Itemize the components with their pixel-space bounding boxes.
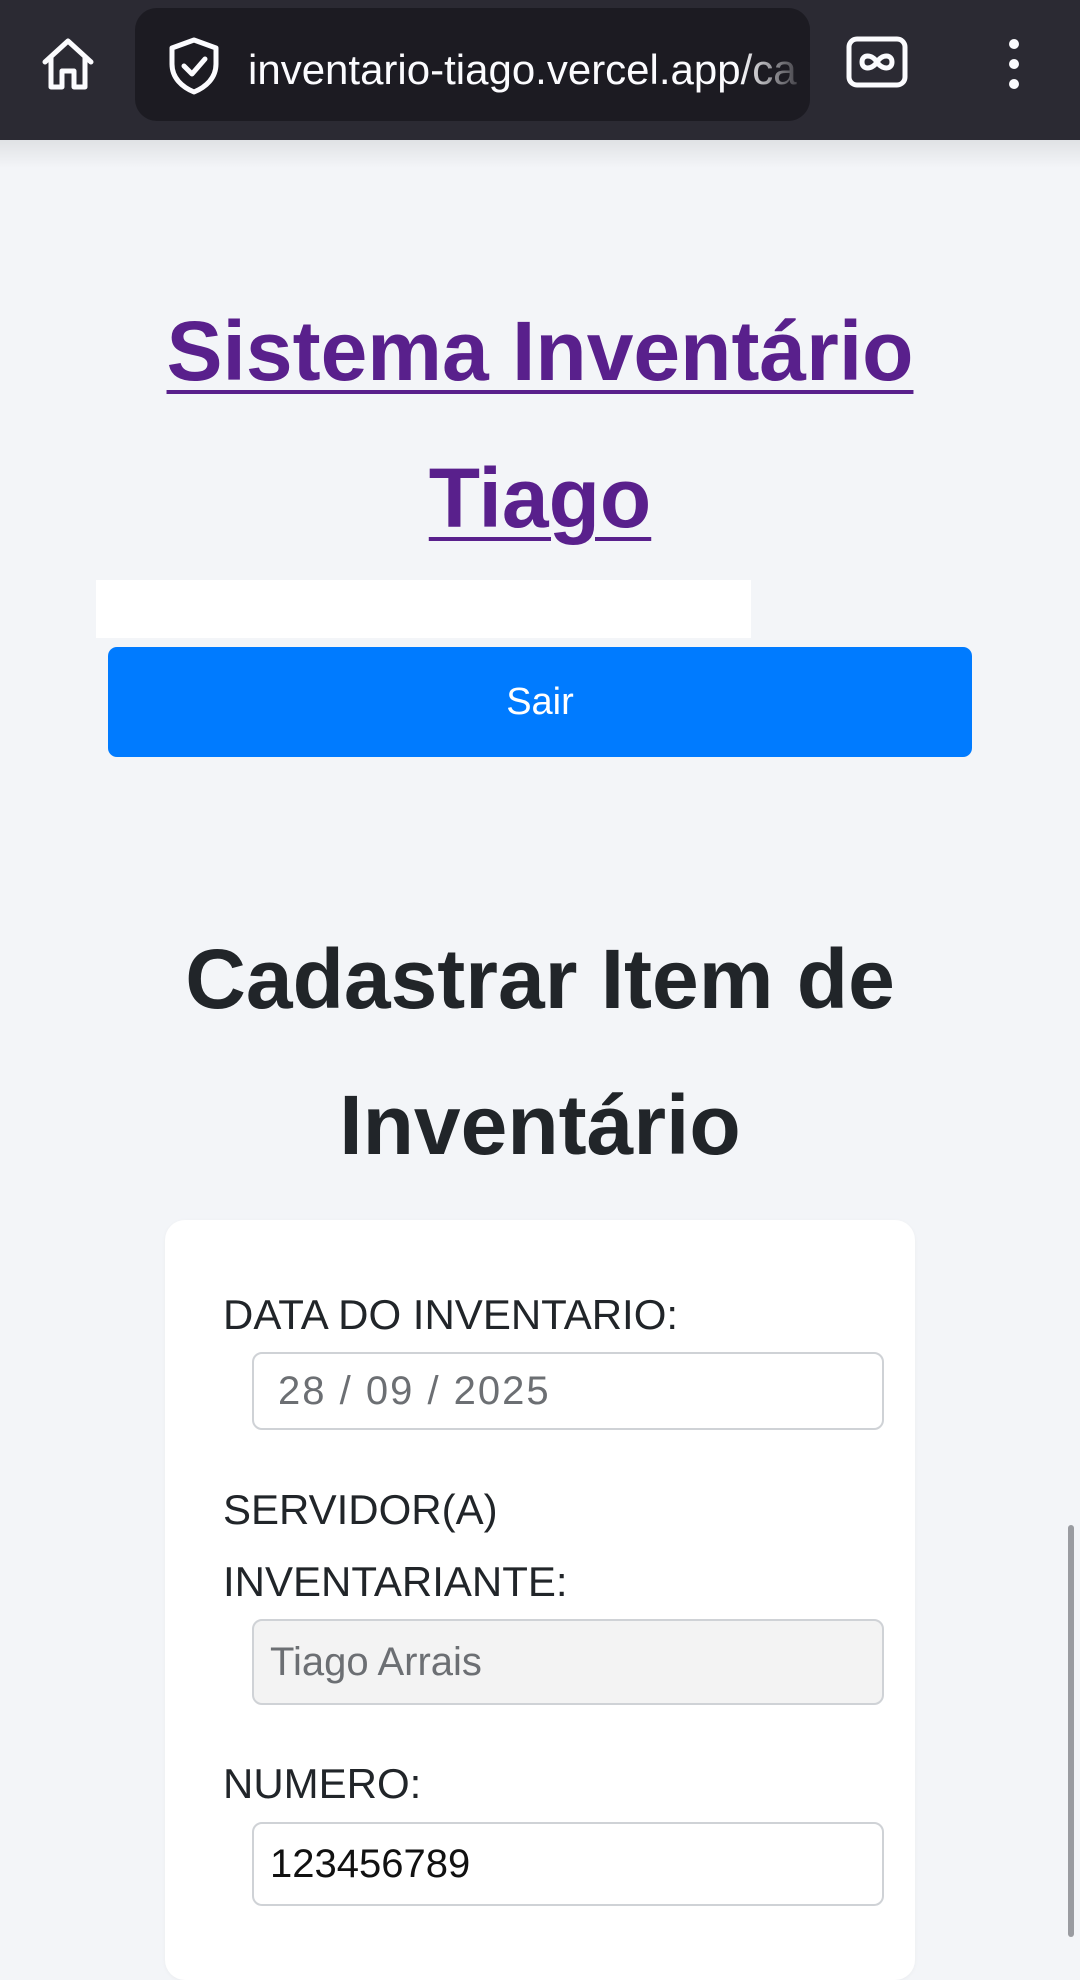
- site-title-link[interactable]: Sistema Inventário Tiago: [0, 278, 1080, 572]
- more-vertical-icon[interactable]: [992, 36, 1036, 92]
- section-title: Cadastrar Item de Inventário: [0, 906, 1080, 1198]
- server-label-line2: INVENTARIANTE:: [223, 1558, 568, 1605]
- date-label: DATA DO INVENTARIO:: [223, 1291, 679, 1338]
- shield-check-icon[interactable]: [165, 36, 223, 96]
- logout-button[interactable]: Sair: [108, 647, 972, 757]
- blank-banner: [96, 580, 751, 638]
- toolbar-shadow: [0, 140, 1080, 168]
- section-title-line2: Inventário: [339, 1078, 741, 1172]
- browser-toolbar: inventario-tiago.vercel.app/ca: [0, 0, 1080, 140]
- home-button[interactable]: [30, 26, 106, 102]
- url-bar[interactable]: inventario-tiago.vercel.app/ca: [135, 8, 810, 121]
- server-label-line1: SERVIDOR(A): [223, 1486, 498, 1533]
- url-text[interactable]: inventario-tiago.vercel.app/ca: [248, 45, 797, 95]
- section-title-line1: Cadastrar Item de: [185, 932, 895, 1026]
- number-input[interactable]: 123456789: [252, 1822, 884, 1906]
- site-title-line2[interactable]: Tiago: [429, 451, 651, 545]
- page-scrollbar[interactable]: [1068, 1525, 1074, 1937]
- date-input[interactable]: 28 / 09 / 2025: [252, 1352, 884, 1430]
- site-title-line1[interactable]: Sistema Inventário: [0, 278, 1080, 425]
- url-fade: [740, 8, 810, 121]
- private-mode-icon[interactable]: [846, 36, 908, 88]
- home-icon: [42, 38, 94, 90]
- server-input[interactable]: Tiago Arrais: [252, 1619, 884, 1705]
- number-label: NUMERO:: [223, 1760, 422, 1807]
